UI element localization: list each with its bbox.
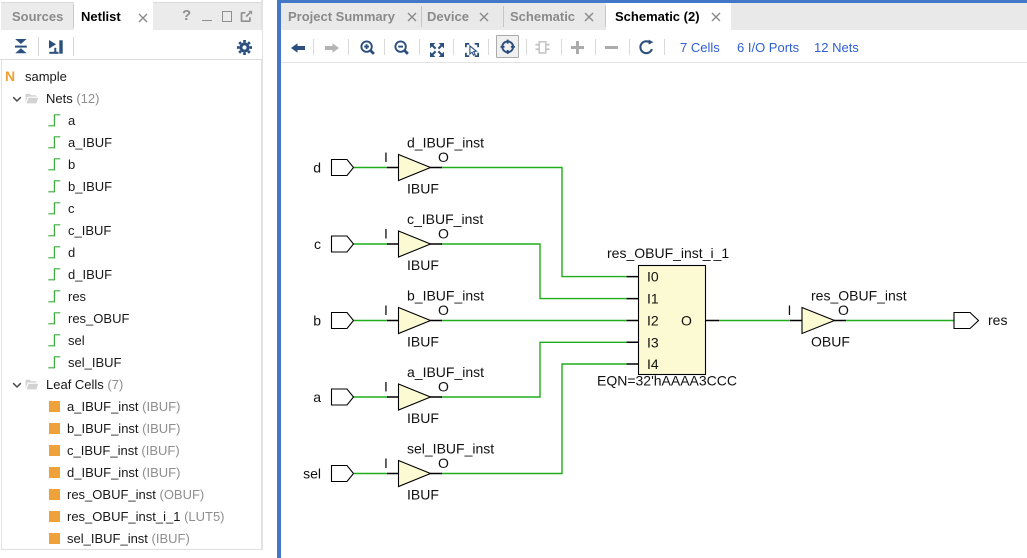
svg-text:I: I (384, 379, 388, 395)
svg-text:d_IBUF_inst: d_IBUF_inst (407, 135, 484, 151)
svg-text:a_IBUF_inst: a_IBUF_inst (407, 364, 484, 380)
svg-text:IBUF: IBUF (407, 257, 439, 273)
svg-text:I: I (384, 226, 388, 242)
svg-text:I3: I3 (647, 334, 659, 350)
svg-text:IBUF: IBUF (407, 334, 439, 350)
svg-text:I: I (384, 302, 388, 318)
svg-text:O: O (438, 379, 449, 395)
svg-text:O: O (838, 302, 849, 318)
svg-text:d: d (313, 160, 321, 176)
svg-text:sel: sel (303, 466, 321, 482)
svg-text:O: O (438, 455, 449, 471)
svg-text:a: a (313, 389, 321, 405)
svg-text:c: c (314, 236, 321, 252)
svg-text:res: res (988, 312, 1007, 328)
svg-text:I0: I0 (647, 269, 659, 285)
svg-text:EQN=32'hAAAA3CCC: EQN=32'hAAAA3CCC (597, 373, 737, 389)
svg-text:O: O (438, 302, 449, 318)
svg-text:I1: I1 (647, 291, 659, 307)
svg-text:res_OBUF_inst: res_OBUF_inst (811, 288, 907, 304)
svg-text:O: O (438, 149, 449, 165)
svg-text:I: I (384, 149, 388, 165)
svg-text:IBUF: IBUF (407, 181, 439, 197)
svg-text:b_IBUF_inst: b_IBUF_inst (407, 288, 484, 304)
svg-text:OBUF: OBUF (811, 334, 850, 350)
svg-text:sel_IBUF_inst: sel_IBUF_inst (407, 441, 494, 457)
svg-text:O: O (438, 226, 449, 242)
svg-text:res_OBUF_inst_i_1: res_OBUF_inst_i_1 (607, 245, 729, 261)
svg-text:IBUF: IBUF (407, 487, 439, 503)
svg-text:IBUF: IBUF (407, 410, 439, 426)
svg-text:I: I (788, 302, 792, 318)
svg-text:c_IBUF_inst: c_IBUF_inst (407, 211, 483, 227)
svg-text:I: I (384, 455, 388, 471)
svg-text:O: O (681, 313, 692, 329)
svg-text:I4: I4 (647, 356, 659, 372)
svg-text:b: b (313, 313, 321, 329)
svg-text:I2: I2 (647, 313, 659, 329)
